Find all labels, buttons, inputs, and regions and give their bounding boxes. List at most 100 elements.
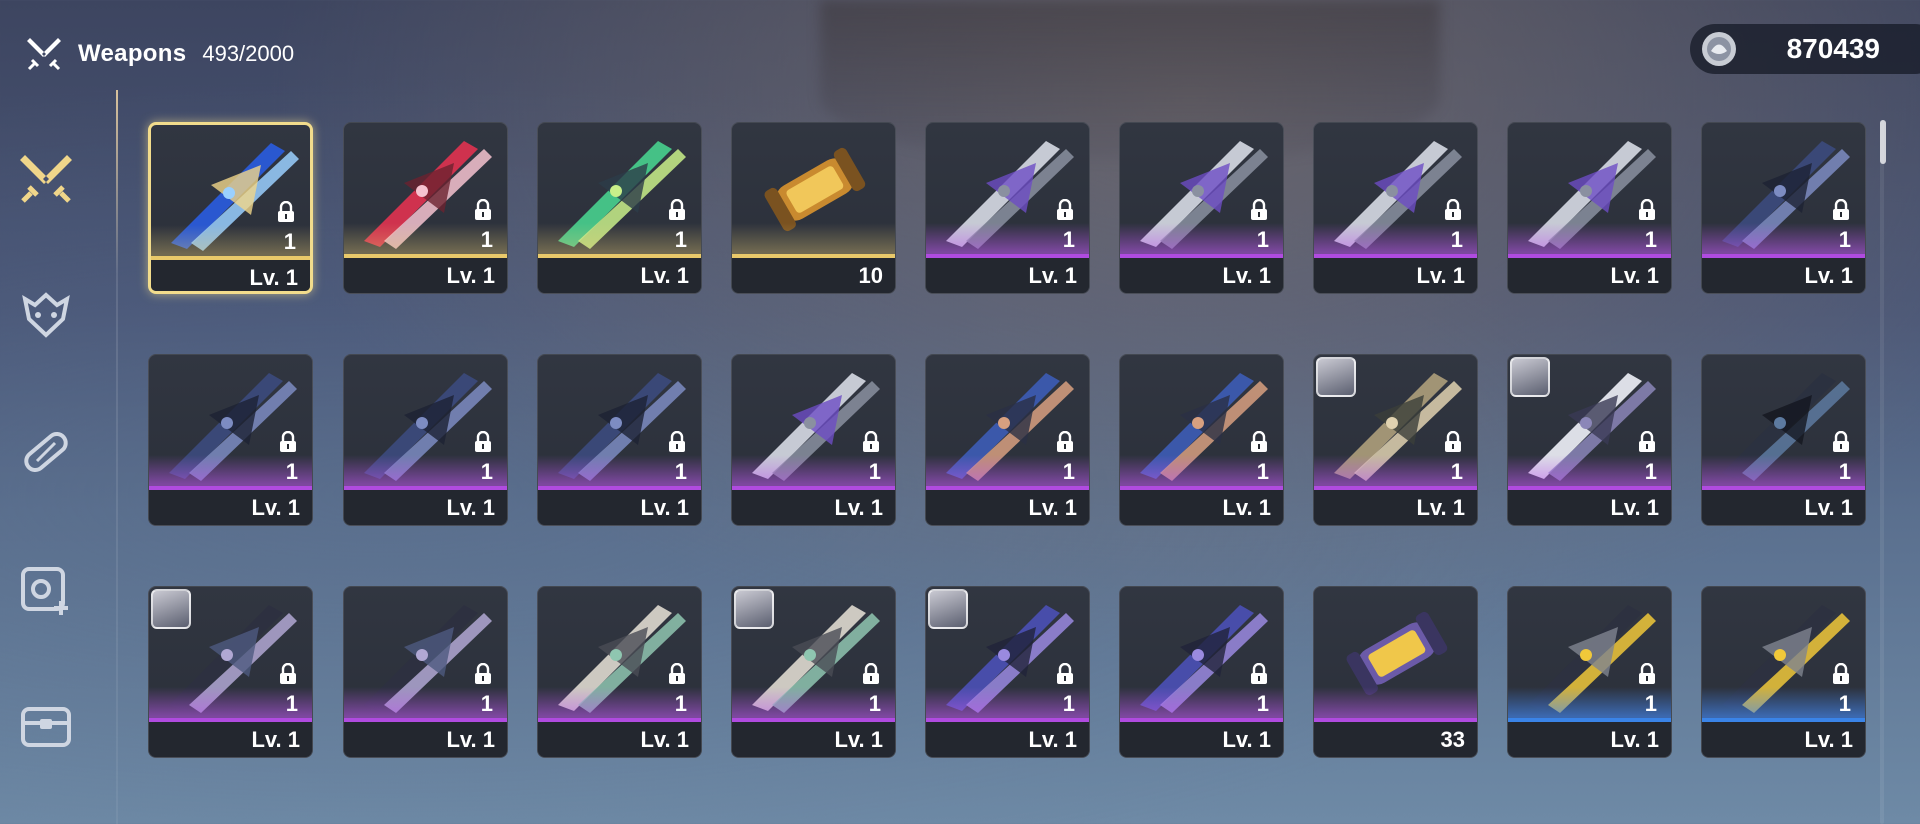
sidebar-divider (116, 90, 118, 824)
weapon-card[interactable]: 1 Lv. 1 (537, 586, 702, 758)
equipped-character-avatar (734, 589, 774, 629)
shell-coin-icon (1702, 32, 1736, 66)
item-quantity: 1 (480, 459, 493, 484)
equipped-character-avatar (1316, 357, 1356, 397)
sidebar-item-materials[interactable] (14, 420, 78, 484)
item-quantity: 1 (1256, 691, 1269, 716)
page-header: Weapons 493/2000 (24, 32, 294, 76)
echo-mask-icon (22, 292, 70, 338)
item-quantity: 1 (1838, 691, 1851, 716)
item-quantity: 1 (1450, 227, 1463, 252)
weapon-card[interactable]: 1010 (731, 122, 896, 294)
lock-icon (1833, 431, 1849, 452)
item-level: Lv. 1 (446, 727, 495, 752)
weapon-card[interactable]: 1 Lv. 1 (1701, 586, 1866, 758)
weapon-card[interactable]: 1 Lv. 1 (731, 586, 896, 758)
lock-icon (475, 663, 491, 684)
lock-icon (863, 663, 879, 684)
weapon-card[interactable]: 1 Lv. 1 (1119, 354, 1284, 526)
item-level: Lv. 1 (251, 495, 300, 520)
weapon-card[interactable]: 1 Lv. 1 (1701, 354, 1866, 526)
lock-icon (1057, 663, 1073, 684)
lock-icon (1639, 199, 1655, 220)
item-quantity: 1 (1644, 691, 1657, 716)
lock-icon (669, 199, 685, 220)
weapon-card[interactable]: 1 Lv. 1 (537, 354, 702, 526)
weapon-card[interactable]: 1 Lv. 1 (1119, 586, 1284, 758)
page-title: Weapons (78, 40, 187, 67)
item-quantity: 1 (285, 691, 298, 716)
lock-icon (280, 431, 296, 452)
item-count: 10 (858, 263, 883, 288)
item-level: Lv. 1 (251, 727, 300, 752)
weapon-card[interactable]: 3333 (1313, 586, 1478, 758)
weapon-card[interactable]: 1 Lv. 1 (731, 354, 896, 526)
scrollbar-track[interactable] (1880, 120, 1884, 824)
item-quantity: 1 (674, 459, 687, 484)
currency-value: 870439 (1786, 33, 1880, 64)
weapon-card[interactable]: 1 Lv. 1 (148, 122, 313, 294)
item-quantity: 1 (868, 691, 881, 716)
weapon-card[interactable]: 1 Lv. 1 (1507, 354, 1672, 526)
crossed-swords-icon (20, 155, 72, 203)
item-quantity: 1 (1256, 227, 1269, 252)
item-level: Lv. 1 (640, 263, 689, 288)
item-level: Lv. 1 (1804, 727, 1853, 752)
item-quantity: 1 (285, 459, 298, 484)
lock-icon (475, 431, 491, 452)
lock-icon (1833, 199, 1849, 220)
sidebar-item-devices[interactable] (14, 558, 78, 622)
item-level: Lv. 1 (1416, 263, 1465, 288)
item-quantity: 1 (1256, 459, 1269, 484)
weapon-card[interactable]: 1 Lv. 1 (148, 354, 313, 526)
device-plus-icon (21, 567, 68, 615)
scrollbar-thumb[interactable] (1880, 120, 1886, 164)
item-quantity: 1 (1838, 227, 1851, 252)
item-quantity: 1 (1062, 227, 1075, 252)
lock-icon (669, 663, 685, 684)
lock-icon (1251, 663, 1267, 684)
lock-icon (1251, 431, 1267, 452)
equipped-character-avatar (151, 589, 191, 629)
item-level: Lv. 1 (1804, 263, 1853, 288)
weapon-card[interactable]: 1 Lv. 1 (537, 122, 702, 294)
weapon-card[interactable]: 1 Lv. 1 (148, 586, 313, 758)
weapon-card[interactable]: 1 Lv. 1 (925, 586, 1090, 758)
lock-icon (1251, 199, 1267, 220)
lock-icon (1833, 663, 1849, 684)
lock-icon (1057, 431, 1073, 452)
item-level: Lv. 1 (1028, 263, 1077, 288)
item-quantity: 1 (1450, 459, 1463, 484)
weapon-card[interactable]: 1 Lv. 1 (925, 122, 1090, 294)
item-level: Lv. 1 (1222, 727, 1271, 752)
weapon-card[interactable]: 1 Lv. 1 (1507, 586, 1672, 758)
currency-display[interactable]: 870439 (1690, 24, 1920, 74)
weapon-card[interactable]: 1 Lv. 1 (343, 586, 508, 758)
lock-icon (863, 431, 879, 452)
item-quantity: 1 (1062, 459, 1075, 484)
weapon-card[interactable]: 1 Lv. 1 (1507, 122, 1672, 294)
crossed-swords-icon (27, 38, 61, 71)
lock-icon (278, 201, 294, 222)
weapon-card[interactable]: 1 Lv. 1 (1701, 122, 1866, 294)
item-level: Lv. 1 (1028, 495, 1077, 520)
weapon-card[interactable]: 1 Lv. 1 (1313, 122, 1478, 294)
item-level: Lv. 1 (1222, 263, 1271, 288)
weapon-card[interactable]: 1 Lv. 1 (925, 354, 1090, 526)
item-level: Lv. 1 (640, 727, 689, 752)
item-quantity: 1 (283, 229, 296, 254)
sidebar-item-echoes[interactable] (14, 282, 78, 346)
item-level: Lv. 1 (834, 495, 883, 520)
weapon-card[interactable]: 1 Lv. 1 (343, 122, 508, 294)
item-quantity: 1 (480, 691, 493, 716)
lock-icon (280, 663, 296, 684)
weapon-card[interactable]: 1 Lv. 1 (343, 354, 508, 526)
item-level: Lv. 1 (1804, 495, 1853, 520)
equipped-character-avatar (1510, 357, 1550, 397)
sidebar-item-weapons[interactable] (14, 146, 78, 210)
weapon-card[interactable]: 1 Lv. 1 (1313, 354, 1478, 526)
weapon-card[interactable]: 1 Lv. 1 (1119, 122, 1284, 294)
sidebar-item-chests[interactable] (14, 694, 78, 758)
item-level: Lv. 1 (1610, 495, 1659, 520)
lock-icon (1639, 431, 1655, 452)
